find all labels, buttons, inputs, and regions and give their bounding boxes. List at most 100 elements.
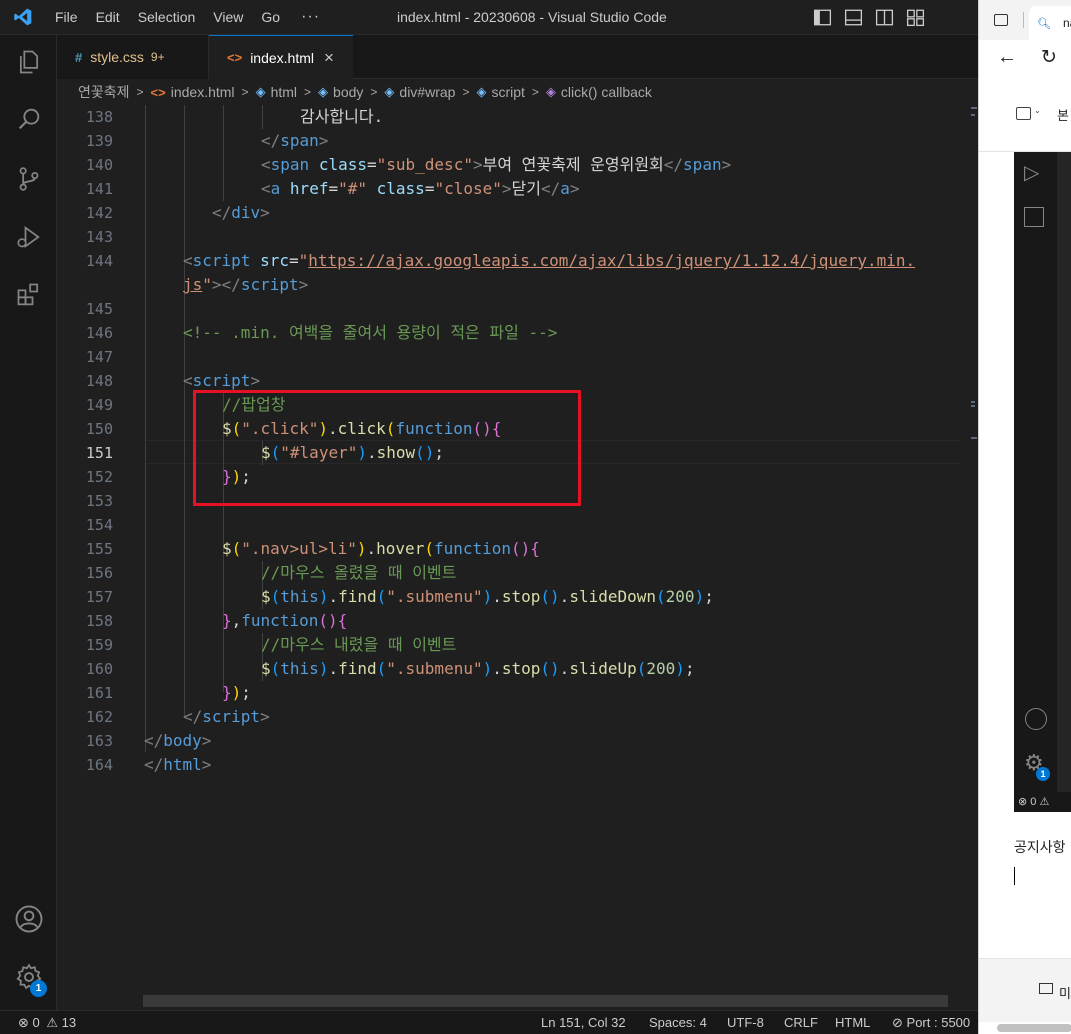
indentation-status[interactable]: Spaces: 4 xyxy=(649,1011,707,1034)
tab-actions-icon[interactable] xyxy=(994,14,1008,26)
title-bar: File Edit Selection View Go ··· index.ht… xyxy=(0,0,978,35)
code-attr: src xyxy=(260,251,289,270)
symbol-element-icon: ◈ xyxy=(476,84,487,99)
code-keyword: this xyxy=(280,587,319,606)
line-number: 162 xyxy=(85,708,113,726)
code-tag: body xyxy=(163,731,202,750)
line-number: 163 xyxy=(85,732,113,750)
jquery-url-link[interactable]: js xyxy=(183,275,202,294)
breadcrumb-file[interactable]: index.html xyxy=(171,84,235,100)
code-line-144-wrap: js"></script> xyxy=(183,275,309,294)
source-control-icon[interactable] xyxy=(12,162,46,196)
menu-selection[interactable]: Selection xyxy=(129,0,205,35)
toggle-secondary-sidebar-icon[interactable] xyxy=(874,7,895,28)
browser-tab[interactable]: 🔍︎ na xyxy=(1029,6,1071,40)
code-tag: script xyxy=(202,707,261,726)
extensions-icon[interactable] xyxy=(12,278,46,312)
language-mode[interactable]: HTML xyxy=(835,1011,870,1034)
code-tag: a xyxy=(270,179,281,198)
accounts-icon[interactable] xyxy=(12,902,46,936)
chevron-down-icon: ⌄ xyxy=(1034,106,1041,115)
back-arrow-icon[interactable]: ← xyxy=(997,46,1017,69)
horizontal-scrollbar[interactable] xyxy=(143,995,948,1007)
breadcrumb-callback[interactable]: click() callback xyxy=(561,84,652,100)
breadcrumb-div-wrap[interactable]: div#wrap xyxy=(399,84,455,100)
menu-bar: File Edit Selection View Go ··· xyxy=(46,0,332,35)
code-string: ".submenu" xyxy=(386,587,483,606)
toggle-panel-icon[interactable] xyxy=(843,7,864,28)
code-attr: class xyxy=(376,179,425,198)
status-bar: ⊗ 0 ⚠ 13 Ln 151, Col 32 Spaces: 4 UTF-8 … xyxy=(0,1010,978,1034)
jquery-url-link[interactable]: https://ajax.googleapis.com/ajax/libs/jq… xyxy=(308,251,915,270)
bottom-bar-label[interactable]: 미 xyxy=(1059,983,1071,1002)
code-keyword: function xyxy=(241,611,319,630)
explorer-icon[interactable] xyxy=(12,45,46,79)
code-text: 부여 연꽃축제 운영위원회 xyxy=(482,155,664,174)
run-debug-icon[interactable] xyxy=(12,220,46,254)
minimap-mark xyxy=(971,401,975,403)
minimap-mark xyxy=(971,107,977,109)
code-tag: script xyxy=(240,275,299,294)
divider xyxy=(1023,12,1024,28)
breadcrumb-script[interactable]: script xyxy=(491,84,524,100)
symbol-element-icon: ◈ xyxy=(318,84,329,99)
search-icon[interactable] xyxy=(12,102,46,136)
tab-style-css[interactable]: # style.css 9+ xyxy=(57,35,209,79)
code-line-164: </html> xyxy=(144,755,212,774)
eol-status[interactable]: CRLF xyxy=(784,1011,818,1034)
menu-more-icon[interactable]: ··· xyxy=(289,8,332,26)
line-number: 151 xyxy=(85,444,113,462)
code-comment: //마우스 내렸을 때 이벤트 xyxy=(261,635,457,654)
code-string: "sub_desc" xyxy=(376,155,473,174)
tab-index-html[interactable]: <> index.html × xyxy=(209,35,353,79)
chevron-right-icon: > xyxy=(241,85,249,99)
code-tag: html xyxy=(163,755,202,774)
menu-file[interactable]: File xyxy=(46,0,87,35)
live-server-port[interactable]: ⊘ Port : 5500 xyxy=(892,1011,970,1034)
menu-view[interactable]: View xyxy=(204,0,252,35)
toolbar-label[interactable]: 본 xyxy=(1057,105,1069,124)
monitor-icon[interactable] xyxy=(1039,983,1053,994)
line-number: 145 xyxy=(85,300,113,318)
breadcrumb-body[interactable]: body xyxy=(333,84,363,100)
indent-guide xyxy=(184,105,185,716)
encoding-status[interactable]: UTF-8 xyxy=(727,1011,764,1034)
minimap[interactable] xyxy=(961,105,978,995)
code-editor[interactable]: 138 139 140 141 142 143 144 145 146 147 148 149 150 1… xyxy=(57,105,961,995)
toggle-primary-sidebar-icon[interactable] xyxy=(812,7,833,28)
minimap-mark xyxy=(971,114,975,116)
line-number: 141 xyxy=(85,180,113,198)
code-tag: span xyxy=(683,155,722,174)
code-tag: script xyxy=(192,251,251,270)
line-number: 156 xyxy=(85,564,113,582)
code-line-157: $(this).find(".submenu").stop().slideDow… xyxy=(261,587,714,606)
breadcrumb-html[interactable]: html xyxy=(271,84,297,100)
image-icon[interactable] xyxy=(1016,107,1031,120)
code-function: find xyxy=(338,659,377,678)
browser-tab-strip: 🔍︎ na xyxy=(979,0,1071,40)
code-function: find xyxy=(338,587,377,606)
problems-status[interactable]: ⊗ 0 ⚠ 13 xyxy=(18,1011,76,1034)
code-comment: <!-- .min. 여백을 줄여서 용량이 적은 파일 --> xyxy=(183,323,558,342)
menu-edit[interactable]: Edit xyxy=(87,0,129,35)
refresh-icon[interactable]: ↻ xyxy=(1041,46,1057,69)
line-number: 149 xyxy=(85,396,113,414)
close-icon[interactable]: × xyxy=(324,48,334,68)
code-tag: span xyxy=(280,131,319,150)
customize-layout-icon[interactable] xyxy=(905,7,926,28)
browser-scrollbar[interactable] xyxy=(997,1024,1071,1032)
embedded-activity-bar: ▷ ⚙ 1 xyxy=(1014,152,1057,792)
menu-go[interactable]: Go xyxy=(252,0,289,35)
vscode-window: File Edit Selection View Go ··· index.ht… xyxy=(0,0,978,1034)
cursor-position[interactable]: Ln 151, Col 32 xyxy=(541,1011,626,1034)
breadcrumb-folder[interactable]: 연꽃축제 xyxy=(78,82,130,102)
error-count: 0 xyxy=(1030,796,1037,808)
code-line-142: </div> xyxy=(212,203,270,222)
code-line-139: </span> xyxy=(261,131,329,150)
manage-gear-icon[interactable]: 1 xyxy=(12,960,47,997)
text-caret xyxy=(1014,867,1015,885)
code-comment: //마우스 올렸을 때 이벤트 xyxy=(261,563,457,582)
line-number: 146 xyxy=(85,324,113,342)
manage-badge: 1 xyxy=(30,980,47,997)
code-number: 200 xyxy=(665,587,695,606)
